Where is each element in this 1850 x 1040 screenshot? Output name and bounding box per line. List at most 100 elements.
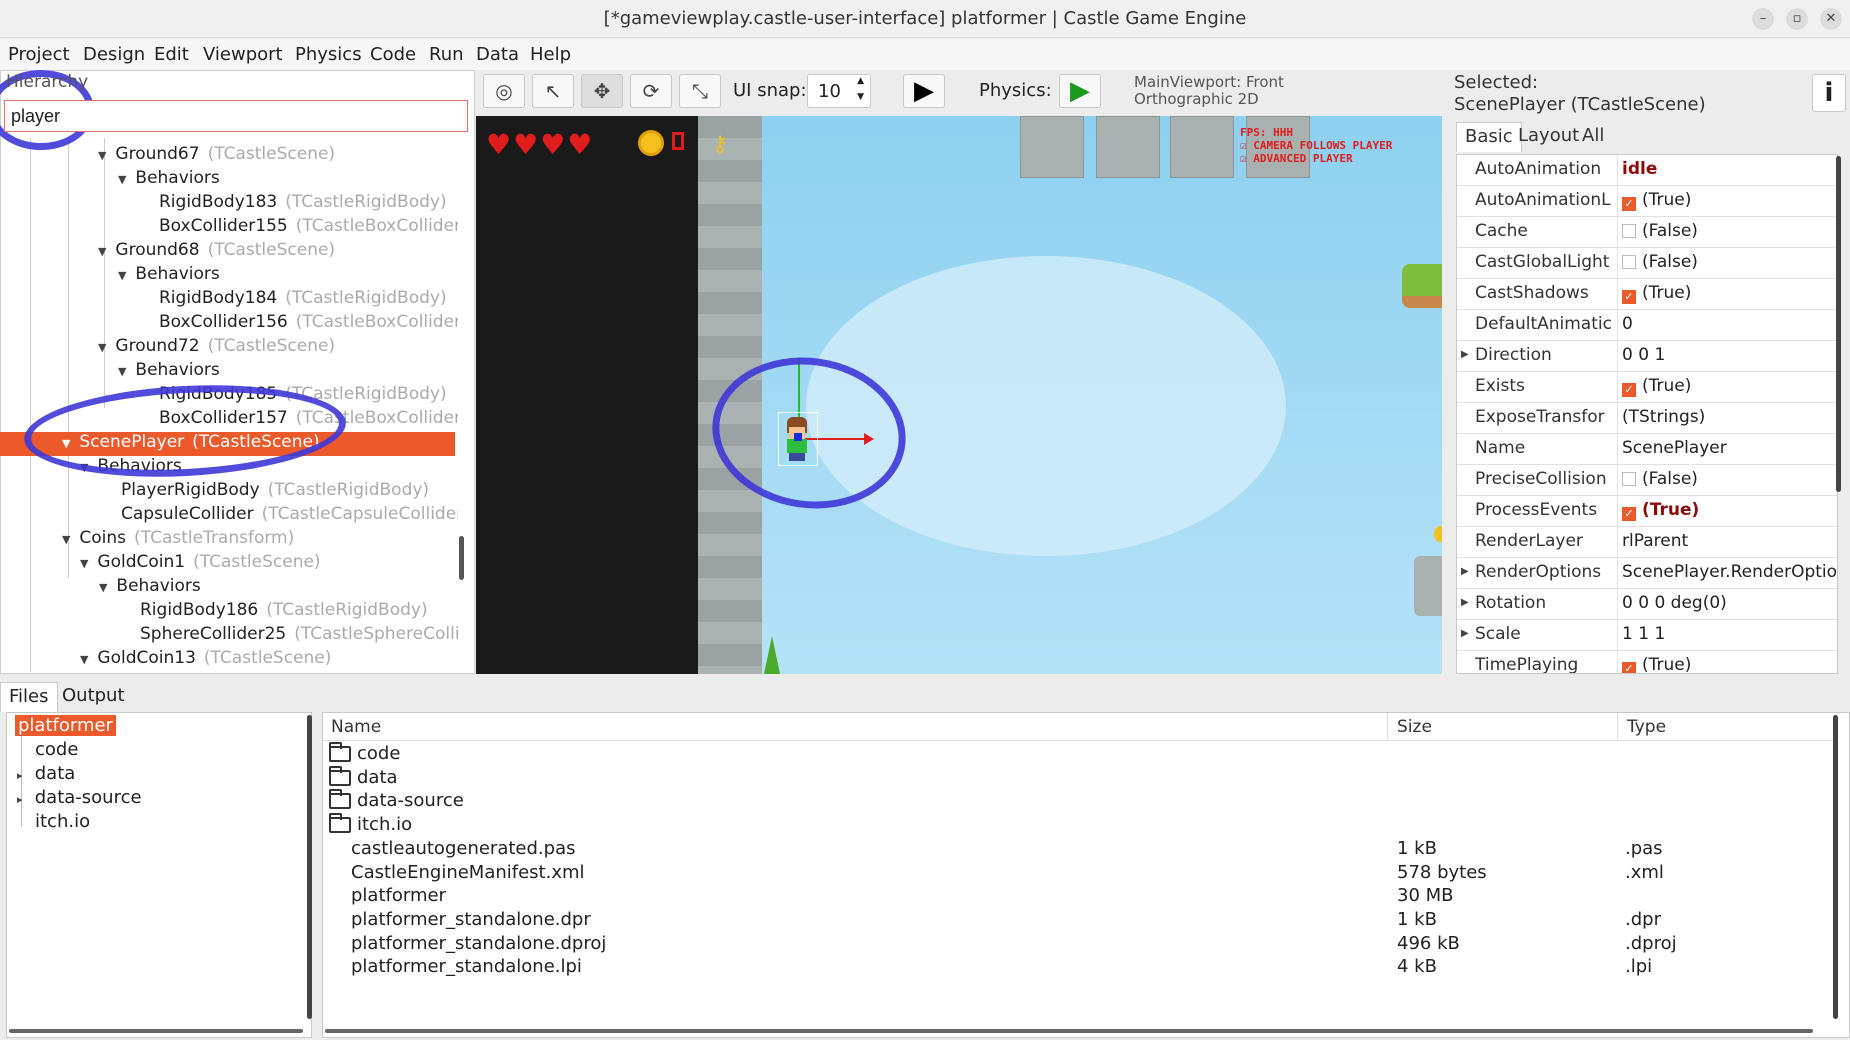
menu-physics[interactable]: Physics	[295, 40, 362, 65]
menu-data[interactable]: Data	[476, 40, 519, 65]
expand-icon[interactable]: ▶	[1461, 566, 1469, 577]
tree-item[interactable]: SphereCollider25 (TCastleSphereCollid	[140, 624, 458, 648]
tree-item[interactable]: RigidBody184 (TCastleRigidBody)	[159, 288, 447, 312]
property-value[interactable]: ✓ (True)	[1617, 372, 1837, 402]
tree-item[interactable]: RigidBody183 (TCastleRigidBody)	[159, 192, 447, 216]
file-list-hscroll[interactable]	[325, 1029, 1813, 1033]
gizmo-center[interactable]	[794, 433, 802, 441]
tree-item[interactable]: BoxCollider156 (TCastleBoxCollider)	[159, 312, 458, 336]
tree-item-selected[interactable]: ▼ ScenePlayer (TCastleScene)	[0, 432, 455, 456]
tree-item[interactable]: ▼ Behaviors	[118, 360, 220, 384]
property-value[interactable]: ScenePlayer	[1617, 434, 1837, 464]
property-row[interactable]: PreciseCollision (False)	[1457, 465, 1837, 496]
property-value[interactable]: (False)	[1617, 217, 1837, 247]
translate-tool-icon[interactable]: ✥	[581, 74, 623, 108]
inspector-scrollbar[interactable]	[1836, 156, 1841, 492]
property-value[interactable]: ✓ (True)	[1617, 186, 1837, 216]
tree-item[interactable]: ▼ Behaviors	[118, 168, 220, 192]
property-value[interactable]: 0 0 1	[1617, 341, 1837, 371]
property-value[interactable]: idle	[1617, 155, 1837, 185]
file-tree-root[interactable]: platformer	[15, 715, 116, 736]
tree-item[interactable]: ▼ Behaviors	[80, 456, 182, 480]
hierarchy-scrollbar[interactable]	[459, 536, 464, 580]
property-row[interactable]: CastShadows ✓ (True)	[1457, 279, 1837, 310]
expand-icon[interactable]: ▶	[1461, 628, 1469, 639]
checkbox-unchecked[interactable]	[1622, 224, 1636, 238]
property-row[interactable]: ▶ Rotation 0 0 0 deg(0)	[1457, 589, 1837, 620]
property-value[interactable]: ✓ (True)	[1617, 496, 1837, 526]
property-row[interactable]: RenderLayer rlParent	[1457, 527, 1837, 558]
property-row[interactable]: Exists ✓ (True)	[1457, 372, 1837, 403]
property-row[interactable]: Cache (False)	[1457, 217, 1837, 248]
property-row[interactable]: ExposeTransfor (TStrings)	[1457, 403, 1837, 434]
column-name[interactable]: Name	[331, 717, 381, 737]
physics-play-button[interactable]: ▶	[1059, 74, 1101, 108]
property-row[interactable]: AutoAnimation idle	[1457, 155, 1837, 186]
property-row[interactable]: AutoAnimationL ✓ (True)	[1457, 186, 1837, 217]
tree-item[interactable]: PlayerRigidBody (TCastleRigidBody)	[121, 480, 429, 504]
tab-files[interactable]: Files	[0, 682, 58, 712]
ui-button-slot[interactable]	[1020, 116, 1084, 178]
game-viewport[interactable]: ♥♥♥♥ ⚷ FPS: HHH ☑ CAMERA FOLLOWS PLAYER …	[476, 116, 1442, 674]
ui-snap-spinner[interactable]: 10 ▲ ▼	[807, 74, 871, 108]
file-tree-item[interactable]: ▸ data-source	[17, 787, 142, 808]
play-button[interactable]: ▶	[903, 74, 945, 108]
file-tree-item[interactable]: itch.io	[35, 811, 90, 832]
property-row[interactable]: ProcessEvents ✓ (True)	[1457, 496, 1837, 527]
tree-item[interactable]: RigidBody186 (TCastleRigidBody)	[140, 600, 428, 624]
property-row[interactable]: ▶ RenderOptions ScenePlayer.RenderOptions	[1457, 558, 1837, 589]
property-row[interactable]: ▶ Scale 1 1 1	[1457, 620, 1837, 651]
tree-item[interactable]: ▼ Coins (TCastleTransform)	[62, 528, 294, 552]
file-tree-item[interactable]: ▸ data	[17, 763, 75, 784]
expand-icon[interactable]: ▶	[1461, 597, 1469, 608]
checkbox-unchecked[interactable]	[1622, 472, 1636, 486]
view-mode-icon[interactable]: ◎	[483, 74, 525, 108]
checkbox-unchecked[interactable]	[1622, 255, 1636, 269]
property-value[interactable]: ScenePlayer.RenderOptions	[1617, 558, 1837, 588]
minimize-icon[interactable]: –	[1752, 8, 1774, 30]
property-value[interactable]: ✓ (True)	[1617, 651, 1837, 673]
menu-edit[interactable]: Edit	[154, 40, 189, 65]
tab-all[interactable]: All	[1574, 122, 1612, 152]
checkbox-checked[interactable]: ✓	[1622, 662, 1636, 673]
property-value[interactable]: rlParent	[1617, 527, 1837, 557]
property-value[interactable]: 1 1 1	[1617, 620, 1837, 650]
tree-item[interactable]: ▼ GoldCoin13 (TCastleScene)	[80, 648, 331, 672]
checkbox-checked[interactable]: ✓	[1622, 197, 1636, 211]
property-value[interactable]: (TStrings)	[1617, 403, 1837, 433]
tree-item[interactable]: ▼ Ground68 (TCastleScene)	[98, 240, 335, 264]
file-tree-scrollbar[interactable]	[307, 715, 312, 1019]
property-row[interactable]: ▶ Direction 0 0 1	[1457, 341, 1837, 372]
spin-down-icon[interactable]: ▼	[857, 92, 864, 102]
property-row[interactable]: DefaultAnimatic 0	[1457, 310, 1837, 341]
tree-item[interactable]: BoxCollider157 (TCastleBoxCollider)	[159, 408, 458, 432]
menu-help[interactable]: Help	[530, 40, 571, 65]
property-value[interactable]: (False)	[1617, 465, 1837, 495]
tree-item[interactable]: RigidBody185 (TCastleRigidBody)	[159, 384, 447, 408]
maximize-icon[interactable]: ▫	[1786, 8, 1808, 30]
column-type[interactable]: Type	[1627, 717, 1666, 737]
menu-design[interactable]: Design	[83, 40, 145, 65]
menu-run[interactable]: Run	[429, 40, 464, 65]
column-size[interactable]: Size	[1397, 717, 1432, 737]
rotate-tool-icon[interactable]: ⟳	[630, 74, 672, 108]
menu-project[interactable]: Project	[8, 40, 70, 65]
expand-icon[interactable]: ▶	[1461, 349, 1469, 360]
tree-item[interactable]: BoxCollider155 (TCastleBoxCollider)	[159, 216, 458, 240]
property-value[interactable]: ✓ (True)	[1617, 279, 1837, 309]
player-bounds[interactable]	[778, 412, 818, 466]
select-tool-icon[interactable]: ↖	[532, 74, 574, 108]
property-value[interactable]: (False)	[1617, 248, 1837, 278]
file-tree-item[interactable]: code	[35, 739, 78, 760]
property-row[interactable]: TimePlaying ✓ (True)	[1457, 651, 1837, 673]
tree-item[interactable]: ▼ Behaviors	[118, 264, 220, 288]
tree-item[interactable]: ▼ Ground67 (TCastleScene)	[98, 144, 335, 168]
tree-item[interactable]: ▼ Ground72 (TCastleScene)	[98, 336, 335, 360]
tree-item[interactable]: ▼ Behaviors	[99, 576, 201, 600]
property-row[interactable]: Name ScenePlayer	[1457, 434, 1837, 465]
property-row[interactable]: CastGlobalLight (False)	[1457, 248, 1837, 279]
spin-up-icon[interactable]: ▲	[857, 76, 864, 86]
close-icon[interactable]: ✕	[1820, 8, 1842, 30]
menu-viewport[interactable]: Viewport	[203, 40, 283, 65]
file-tree-hscroll[interactable]	[9, 1029, 303, 1033]
